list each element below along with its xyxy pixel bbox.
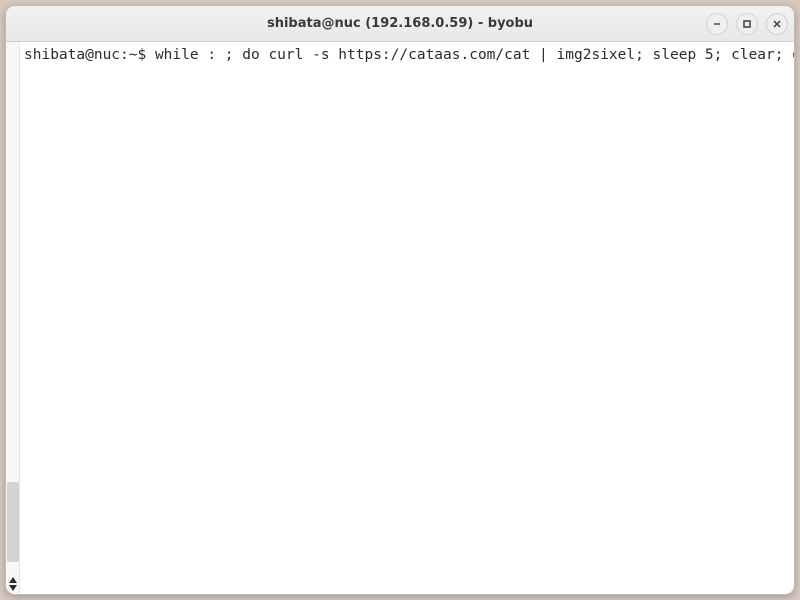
- close-icon: [772, 19, 782, 29]
- scroll-up-icon[interactable]: [8, 576, 18, 584]
- maximize-button[interactable]: [736, 13, 758, 35]
- shell-prompt: shibata@nuc:~$: [24, 47, 155, 63]
- command-text: while : ; do curl -s https://cataas.com/…: [155, 47, 794, 63]
- terminal-window: shibata@nuc (192.168.0.59) - byobu shiba…: [5, 5, 795, 595]
- terminal-body: shibata@nuc:~$ while : ; do curl -s http…: [6, 42, 794, 594]
- scrollbar[interactable]: [6, 42, 20, 594]
- scroll-thumb[interactable]: [7, 482, 19, 562]
- scroll-down-icon[interactable]: [8, 584, 18, 592]
- window-controls: [706, 13, 788, 35]
- minimize-icon: [712, 19, 722, 29]
- terminal-content[interactable]: shibata@nuc:~$ while : ; do curl -s http…: [20, 42, 794, 594]
- titlebar: shibata@nuc (192.168.0.59) - byobu: [6, 6, 794, 42]
- minimize-button[interactable]: [706, 13, 728, 35]
- close-button[interactable]: [766, 13, 788, 35]
- maximize-icon: [742, 19, 752, 29]
- window-title: shibata@nuc (192.168.0.59) - byobu: [267, 16, 533, 31]
- scroll-arrows: [6, 576, 19, 592]
